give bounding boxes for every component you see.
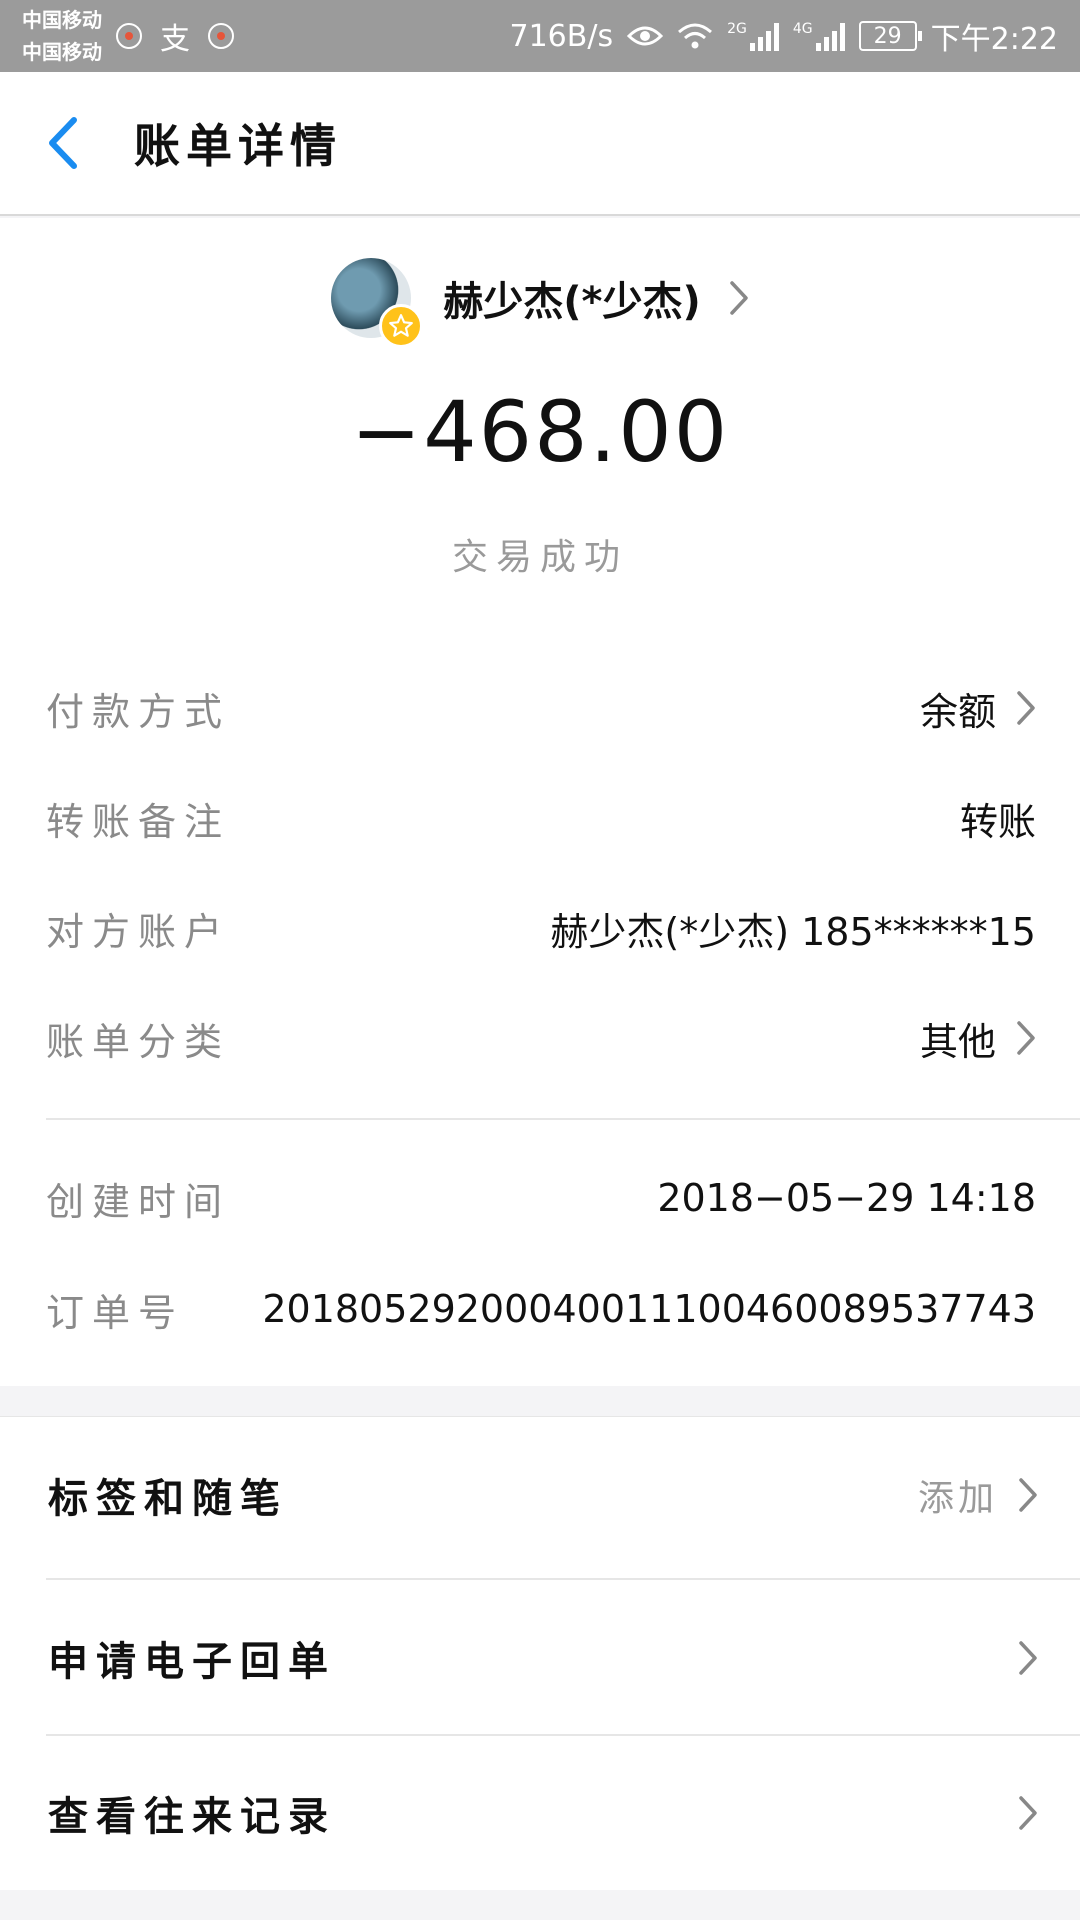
- chevron-right-icon: [729, 281, 748, 315]
- payment-method-label: 付款方式: [46, 689, 231, 734]
- status-right: 716B/s 2G 4G 29 下午2:22: [510, 14, 1059, 58]
- bill-category-label: 账单分类: [46, 1019, 231, 1064]
- app-notification-icon-2: [208, 23, 234, 49]
- bill-detail-card: 赫少杰(*少杰) −468.00 交易成功 付款方式 余额 转账备注 转账 对方…: [0, 218, 1080, 1386]
- bill-category-value: 其他: [919, 1019, 996, 1064]
- created-time-value: 2018−05−29 14:18: [657, 1176, 1036, 1220]
- transaction-status: 交易成功: [451, 537, 628, 578]
- net-2g-label: 2G: [727, 21, 747, 37]
- chevron-right-icon: [1017, 691, 1035, 725]
- order-number-label: 订单号: [46, 1290, 185, 1335]
- chevron-right-icon: [1017, 1021, 1035, 1055]
- counterparty-account-label: 对方账户: [46, 909, 231, 954]
- tags-notes-label: 标签和随笔: [48, 1476, 288, 1522]
- payment-method-value: 余额: [919, 689, 996, 734]
- battery-level: 29: [873, 23, 902, 49]
- alipay-notification-icon: 支: [160, 22, 190, 57]
- transfer-note-value: 转账: [959, 799, 1036, 844]
- wifi-icon: [678, 23, 713, 49]
- transaction-history-label: 查看往来记录: [48, 1794, 336, 1840]
- avatar-container: [331, 258, 424, 348]
- app-notification-icon: [116, 23, 142, 49]
- transfer-note-row: 转账备注 转账: [46, 788, 1036, 848]
- carrier-info: 中国移动 中国移动: [22, 4, 102, 68]
- notification-icons: 支: [116, 14, 234, 58]
- chevron-right-icon: [1019, 1478, 1037, 1512]
- counterparty-account-value: 赫少杰(*少杰) 185******15: [550, 909, 1036, 954]
- bill-category-value-wrap: 其他: [920, 1011, 1036, 1066]
- bill-category-row[interactable]: 账单分类 其他: [46, 1008, 1036, 1068]
- back-icon[interactable]: [44, 113, 94, 173]
- tags-notes-right: 添加: [918, 1469, 1038, 1521]
- network-speed: 716B/s: [509, 18, 614, 54]
- created-time-row: 创建时间 2018−05−29 14:18: [46, 1168, 1036, 1228]
- status-bar: 中国移动 中国移动 支 716B/s 2G 4G 29 下午2:22: [0, 0, 1080, 72]
- signal-2g-icon: 2G: [727, 21, 779, 51]
- tags-notes-item[interactable]: 标签和随笔 添加: [0, 1417, 1080, 1573]
- clock: 下午2:22: [930, 22, 1058, 57]
- net-4g-label: 4G: [792, 21, 813, 37]
- battery-icon: 29: [858, 21, 922, 51]
- e-receipt-label: 申请电子回单: [48, 1639, 336, 1685]
- chevron-right-icon: [1019, 1796, 1037, 1830]
- chevron-right-icon: [1019, 1641, 1037, 1675]
- transaction-amount: −468.00: [350, 383, 730, 481]
- e-receipt-item[interactable]: 申请电子回单: [0, 1580, 1080, 1736]
- order-number-row: 订单号 20180529200040011100460089537743: [46, 1279, 1036, 1339]
- carrier-2: 中国移动: [22, 40, 102, 64]
- transaction-history-item[interactable]: 查看往来记录: [0, 1735, 1080, 1891]
- payee-row[interactable]: 赫少杰(*少杰): [0, 258, 1080, 348]
- action-list: 标签和随笔 添加 申请电子回单 查看往来记录: [0, 1416, 1080, 1890]
- divider: [46, 1118, 1080, 1120]
- page-title: 账单详情: [134, 119, 342, 173]
- carrier-1: 中国移动: [22, 8, 102, 32]
- nav-bar: 账单详情: [0, 72, 1080, 216]
- counterparty-account-row: 对方账户 赫少杰(*少杰) 185******15: [46, 898, 1036, 958]
- transfer-note-label: 转账备注: [46, 799, 231, 844]
- star-icon: [379, 304, 424, 348]
- payee-name: 赫少杰(*少杰): [443, 279, 701, 325]
- signal-4g-icon: 4G: [793, 21, 845, 51]
- eye-icon: [627, 26, 664, 46]
- payment-method-value-wrap: 余额: [920, 681, 1036, 736]
- tags-notes-add: 添加: [917, 1478, 998, 1519]
- created-time-label: 创建时间: [46, 1179, 231, 1224]
- payment-method-row[interactable]: 付款方式 余额: [46, 678, 1036, 738]
- order-number-value: 20180529200040011100460089537743: [262, 1287, 1036, 1331]
